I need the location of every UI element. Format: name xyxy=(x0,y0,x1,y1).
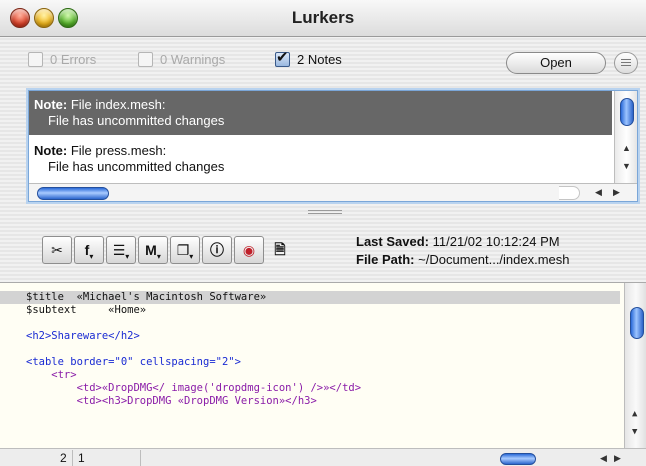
editor-horizontal-scroll-thumb[interactable] xyxy=(500,453,536,465)
message-detail: File has uncommitted changes xyxy=(48,113,225,128)
list-view-icon[interactable] xyxy=(614,52,638,74)
message-detail: File has uncommitted changes xyxy=(48,159,225,174)
scroll-left-arrow-icon[interactable]: ◀ xyxy=(600,453,607,464)
scroll-down-arrow-icon[interactable]: ▼ xyxy=(622,161,631,171)
list-icon[interactable]: ☰▾ xyxy=(106,236,136,264)
line-number: 2 xyxy=(60,451,67,465)
last-saved-value: 11/21/02 10:12:24 PM xyxy=(432,234,560,249)
status-bar: 2 1 ◀ ▶ xyxy=(0,448,646,466)
code-line: $title «Michael's Macintosh Software» xyxy=(26,291,267,303)
page-icon[interactable]: 🗎 xyxy=(266,236,294,262)
message-title: File press.mesh: xyxy=(67,143,167,158)
scroll-down-arrow-icon[interactable]: ▼ xyxy=(632,427,637,437)
message-list-horizontal-scrollbar[interactable]: ◀ ▶ xyxy=(29,183,637,201)
notes-label: 2 Notes xyxy=(297,52,342,67)
code-line: $subtext «Home» xyxy=(26,304,147,316)
message-item-press[interactable]: Note: File press.mesh: File has uncommit… xyxy=(29,137,612,181)
notes-checkbox-box[interactable] xyxy=(275,48,290,67)
editor-vertical-scrollbar[interactable]: ▲ ▼ xyxy=(624,283,646,449)
errors-checkbox[interactable]: 0 Errors xyxy=(28,52,96,67)
lurkers-window: Lurkers 0 Errors 0 Warnings 2 Notes Open… xyxy=(0,0,646,466)
status-icon[interactable]: ◉ xyxy=(234,236,264,264)
vertical-scroll-thumb[interactable] xyxy=(620,98,634,126)
errors-checkbox-box[interactable] xyxy=(28,52,43,67)
message-list-vertical-scrollbar[interactable]: ▲ ▼ xyxy=(614,91,637,183)
message-list[interactable]: Note: File index.mesh: File has uncommit… xyxy=(28,90,638,202)
warnings-checkbox[interactable]: 0 Warnings xyxy=(138,52,225,67)
title-bar[interactable]: Lurkers xyxy=(0,0,646,37)
document-icon[interactable]: ❐▾ xyxy=(170,236,200,264)
info-icon[interactable]: ⓘ xyxy=(202,236,232,264)
warnings-label: 0 Warnings xyxy=(160,52,226,67)
editor-toolbar: ✂ f▾ ☰▾ M▾ ❐▾ ⓘ ◉ 🗎 Last Saved: 11/21/02… xyxy=(0,228,646,276)
file-path-label: File Path: xyxy=(356,252,415,267)
warnings-checkbox-box[interactable] xyxy=(138,52,153,67)
message-kind: Note: xyxy=(34,97,68,112)
errors-label: 0 Errors xyxy=(50,52,97,67)
column-number: 1 xyxy=(78,451,85,465)
notes-checkbox[interactable]: 2 Notes xyxy=(275,48,342,67)
scroll-left-arrow-icon[interactable]: ◀ xyxy=(595,187,602,198)
split-view-divider-handle[interactable] xyxy=(308,210,342,215)
mark-icon[interactable]: M▾ xyxy=(138,236,168,264)
message-kind: Note: xyxy=(34,143,68,158)
open-button[interactable]: Open xyxy=(506,52,606,74)
scroll-right-arrow-icon[interactable]: ▶ xyxy=(614,453,621,464)
text-editor[interactable]: $title «Michael's Macintosh Software» $s… xyxy=(0,282,646,449)
last-saved-row: Last Saved: 11/21/02 10:12:24 PM xyxy=(356,234,560,249)
scroll-right-arrow-icon[interactable]: ▶ xyxy=(613,187,620,198)
code-line: <td>«DropDMG</ image('dropdmg-icon') />»… xyxy=(26,382,362,394)
code-line: <td><h3>DropDMG «DropDMG Version»</h3> xyxy=(26,395,317,407)
file-path-row: File Path: ~/Document.../index.mesh xyxy=(356,252,570,267)
message-title: File index.mesh: xyxy=(67,97,166,112)
tools-icon[interactable]: ✂ xyxy=(42,236,72,264)
message-item-index[interactable]: Note: File index.mesh: File has uncommit… xyxy=(29,91,612,135)
code-line: <table border="0" cellspacing="2"> xyxy=(26,356,241,368)
editor-scroll-thumb[interactable] xyxy=(630,307,644,339)
last-saved-label: Last Saved: xyxy=(356,234,429,249)
code-line: <h2>Shareware</h2> xyxy=(26,330,140,342)
function-icon[interactable]: f▾ xyxy=(74,236,104,264)
scroll-up-arrow-icon[interactable]: ▲ xyxy=(632,409,637,419)
horizontal-scroll-thumb[interactable] xyxy=(37,187,109,200)
file-path-value: ~/Document.../index.mesh xyxy=(418,252,570,267)
window-title: Lurkers xyxy=(291,8,355,27)
scroll-up-arrow-icon[interactable]: ▲ xyxy=(622,143,631,153)
code-line: <tr> xyxy=(26,369,77,381)
